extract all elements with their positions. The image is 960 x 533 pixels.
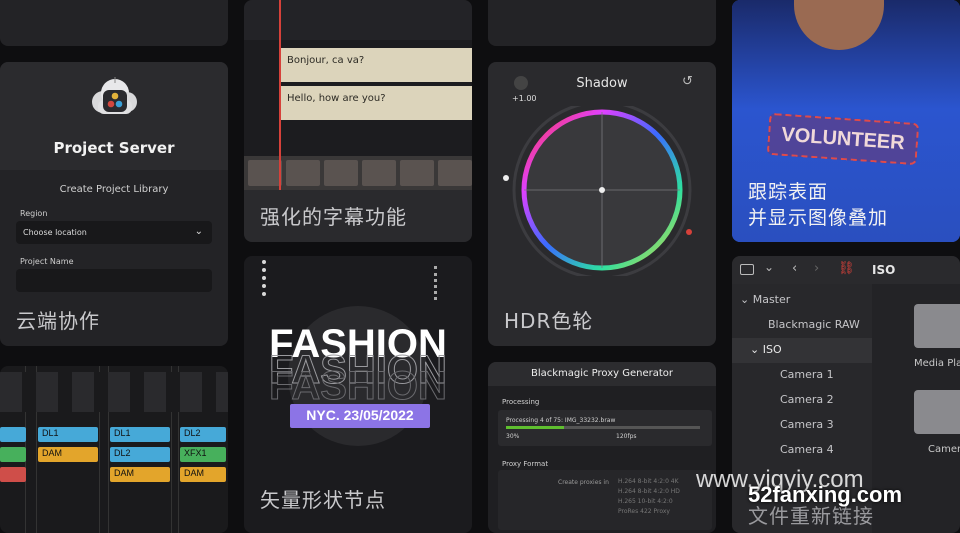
progress-track xyxy=(506,426,700,429)
route-tag[interactable]: DL1 xyxy=(38,427,98,442)
caption-tracking-1: 跟踪表面 xyxy=(748,181,829,203)
folder-icon[interactable] xyxy=(914,390,960,434)
folder-label: Media Pla xyxy=(914,358,960,369)
form-title: Create Project Library xyxy=(59,184,169,195)
back-icon[interactable]: ‹ xyxy=(792,261,797,276)
dot-column-right xyxy=(434,266,437,300)
caption-subtitles: 强化的字幕功能 xyxy=(260,205,407,229)
wheel-value: +1.00 xyxy=(512,94,537,103)
chevron-down-icon[interactable]: ⌄ xyxy=(764,260,774,274)
tree-item-master[interactable]: ⌄ Master xyxy=(732,288,872,313)
chevron-down-icon: ⌄ xyxy=(740,293,753,306)
tree-label: Master xyxy=(752,293,791,306)
reset-icon[interactable]: ↺ xyxy=(682,74,693,89)
tree-item-camera[interactable]: Camera 1 xyxy=(732,363,872,388)
proxy-title: Blackmagic Proxy Generator xyxy=(488,362,716,386)
project-server-card: Project Server Create Project Library Re… xyxy=(0,62,228,346)
progress-fill xyxy=(506,426,565,429)
fashion-card: FASHION FASHION FASHION NYC. 23/05/2022 … xyxy=(244,256,472,533)
tree-item-iso[interactable]: ⌄ ISO xyxy=(732,338,872,363)
fashion-outline-2: FASHION xyxy=(269,364,448,409)
tree-label: Camera 3 xyxy=(780,418,834,431)
forward-icon[interactable]: › xyxy=(814,261,819,276)
video-frame xyxy=(362,160,396,186)
format-option[interactable]: ProRes 422 Proxy xyxy=(618,508,670,515)
tree-item-braw[interactable]: Blackmagic RAW xyxy=(732,313,872,338)
cloud-logo-icon xyxy=(88,74,140,122)
top-card-fragment-3 xyxy=(488,0,716,46)
tree-label: Camera 2 xyxy=(780,393,834,406)
panel-toggle-icon[interactable] xyxy=(740,264,754,275)
subtitle-clip-2[interactable]: Hello, how are you? xyxy=(281,86,472,120)
caption-vector-shape: 矢量形状节点 xyxy=(260,488,386,512)
project-server-header: Project Server xyxy=(0,62,228,170)
route-tag[interactable] xyxy=(0,427,26,442)
folder-label: Camer xyxy=(928,444,960,455)
video-frame xyxy=(324,160,358,186)
processing-label: Processing xyxy=(502,398,540,406)
route-tag[interactable] xyxy=(0,467,26,482)
video-frame xyxy=(248,160,282,186)
subtitle-card: Bonjour, ca va? Hello, how are you? 强化的字… xyxy=(244,0,472,242)
route-tag[interactable]: DAM xyxy=(110,467,170,482)
region-select[interactable]: Choose location ⌄ xyxy=(16,221,212,244)
tree-label: Camera 1 xyxy=(780,368,834,381)
route-tag[interactable]: DAM xyxy=(180,467,226,482)
search-field[interactable]: ISO xyxy=(872,263,895,277)
surface-tracking-card: VOLUNTEER 跟踪表面 并显示图像叠加 xyxy=(732,0,960,242)
region-value: Choose location xyxy=(23,228,87,237)
progress-percent: 30% xyxy=(506,433,520,440)
tree-item-camera[interactable]: Camera 3 xyxy=(732,413,872,438)
caption-hdr: HDR色轮 xyxy=(504,309,594,333)
chevron-down-icon: ⌄ xyxy=(194,226,203,237)
tree-item-camera[interactable]: Camera 2 xyxy=(732,388,872,413)
format-option[interactable]: H.264 8-bit 4:2:0 HD xyxy=(618,488,680,495)
route-tag[interactable]: XFX1 xyxy=(180,447,226,462)
proxy-format-label: Proxy Format xyxy=(502,460,549,468)
proxy-generator-card: Blackmagic Proxy Generator Processing Pr… xyxy=(488,362,716,533)
caption-cloud-collab: 云端协作 xyxy=(16,309,100,333)
tree-label: ISO xyxy=(762,343,782,356)
folder-icon[interactable] xyxy=(914,304,960,348)
top-card-fragment-1 xyxy=(0,0,228,46)
color-wheel[interactable] xyxy=(502,106,702,276)
tree-label: Blackmagic RAW xyxy=(768,318,860,331)
format-option[interactable]: H.264 8-bit 4:2:0 4K xyxy=(618,478,679,485)
caption-tracking-2: 并显示图像叠加 xyxy=(748,207,889,229)
create-proxies-label: Create proxies in xyxy=(558,479,609,486)
watermark-line-2: 52fanxing.com xyxy=(748,482,903,507)
project-name-label: Project Name xyxy=(20,257,74,266)
route-tag[interactable] xyxy=(0,447,26,462)
dot-column-left xyxy=(262,260,266,296)
route-tag[interactable]: DL2 xyxy=(110,447,170,462)
subtitle-clip-1[interactable]: Bonjour, ca va? xyxy=(281,48,472,82)
tree-item-camera[interactable]: Camera 4 xyxy=(732,438,872,463)
tree-label: Camera 4 xyxy=(780,443,834,456)
hdr-wheel-card: +1.00 Shadow ↺ HDR色轮 xyxy=(488,62,716,346)
date-badge: NYC. 23/05/2022 xyxy=(290,404,430,428)
progress-fps: 120fps xyxy=(616,433,637,440)
link-broken-icon[interactable]: ⛓ xyxy=(838,261,855,276)
region-label: Region xyxy=(20,209,48,218)
meter-boxes xyxy=(0,372,228,412)
playhead[interactable] xyxy=(279,0,281,200)
processing-status: Processing 4 of 75: IMG_33232.braw xyxy=(506,417,616,424)
routing-card: DL1 DL1 DL2 DAM DL2 XFX1 DAM DAM xyxy=(0,366,228,533)
route-tag[interactable]: DL2 xyxy=(180,427,226,442)
volunteer-text: VOLUNTEER xyxy=(780,123,906,155)
project-server-title: Project Server xyxy=(53,139,175,157)
route-tag[interactable]: DL1 xyxy=(110,427,170,442)
project-name-input[interactable] xyxy=(16,269,212,292)
video-frame xyxy=(286,160,320,186)
video-frame xyxy=(438,160,472,186)
video-frame xyxy=(400,160,434,186)
route-tag[interactable]: DAM xyxy=(38,447,98,462)
chevron-down-icon: ⌄ xyxy=(750,343,763,356)
format-option[interactable]: H.265 10-bit 4:2:0 xyxy=(618,498,673,505)
